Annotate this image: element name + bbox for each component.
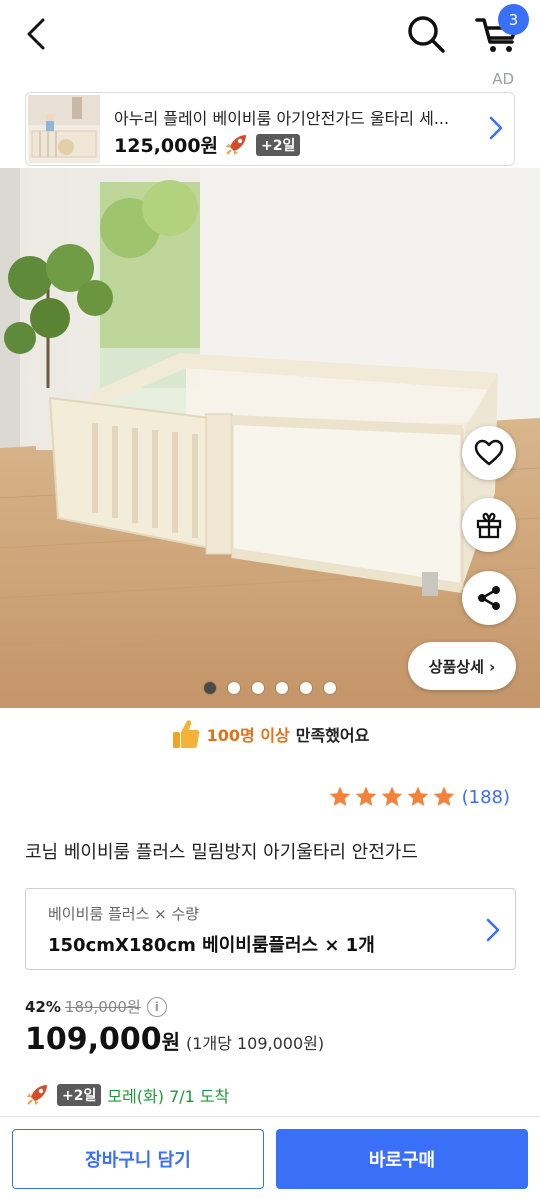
product-detail-label: 상품상세 ›: [428, 657, 496, 676]
search-button[interactable]: [404, 12, 448, 56]
satisfaction-count: 100명 이상: [206, 726, 290, 745]
option-value: 150cmX180cm 베이비룸플러스 × 1개: [48, 935, 375, 956]
price-row: 109,000 원 (1개당 109,000원): [25, 1022, 324, 1057]
add-to-cart-button[interactable]: 장바구니 담기: [12, 1129, 264, 1189]
star-icon: [329, 786, 350, 806]
ad-product-title: 아누리 플레이 베이비룸 아기안전가드 울타리 세...: [114, 109, 450, 128]
top-bar: 3: [0, 0, 540, 70]
arrival-info: +2일 모레(화) 7/1 도착: [25, 1083, 229, 1107]
delivery-days-badge: +2일: [256, 133, 301, 156]
satisfaction-text: 만족했어요: [295, 726, 370, 745]
image-pagination: [0, 682, 540, 694]
ad-product-thumbnail: [28, 95, 100, 163]
thumbs-up-icon: [172, 720, 200, 748]
option-label: 베이비룸 플러스 × 수량: [48, 905, 200, 923]
unit-price: (1개당 109,000원): [186, 1034, 325, 1053]
rocket-delivery-icon: [224, 133, 250, 157]
sale-price: 109,000: [25, 1022, 162, 1057]
ad-price-row: 125,000원 +2일: [114, 131, 301, 158]
ad-label: AD: [492, 70, 514, 88]
chevron-left-icon: [27, 18, 45, 50]
wishlist-button[interactable]: [462, 426, 516, 480]
buy-now-button[interactable]: 바로구매: [276, 1129, 528, 1189]
star-icon: [433, 786, 454, 806]
search-icon: [408, 16, 445, 53]
arrival-date: 모레(화) 7/1 도착: [107, 1087, 230, 1106]
rating[interactable]: (188): [328, 785, 510, 809]
delivery-days-badge: +2일: [57, 1084, 102, 1106]
pagination-dot[interactable]: [204, 682, 216, 694]
discount-rate: 42%: [25, 997, 61, 1016]
discount-row: 42% 189,000원 i: [25, 996, 167, 1017]
back-button[interactable]: [18, 14, 54, 54]
star-icon: [381, 786, 402, 806]
satisfaction-banner: 100명 이상 만족했어요: [0, 716, 540, 752]
pagination-dot[interactable]: [324, 682, 336, 694]
star-icon: [407, 786, 428, 806]
currency-unit: 원: [161, 1030, 181, 1054]
option-selector[interactable]: 베이비룸 플러스 × 수량 150cmX180cm 베이비룸플러스 × 1개: [25, 888, 516, 970]
product-title: 코님 베이비룸 플러스 밀림방지 아기울타리 안전가드: [25, 842, 418, 863]
review-count[interactable]: (188): [462, 787, 510, 808]
chevron-right-icon: [488, 115, 504, 145]
share-button[interactable]: [462, 571, 516, 625]
pagination-dot[interactable]: [252, 682, 264, 694]
pagination-dot[interactable]: [300, 682, 312, 694]
star-icon: [355, 786, 376, 806]
gift-icon: [476, 512, 502, 539]
pagination-dot[interactable]: [228, 682, 240, 694]
ad-product-card[interactable]: 아누리 플레이 베이비룸 아기안전가드 울타리 세... 125,000원 +2…: [25, 92, 515, 166]
cart-count-badge: 3: [498, 4, 529, 35]
chevron-right-icon: [485, 917, 501, 947]
ad-price: 125,000원: [114, 135, 219, 157]
info-icon[interactable]: i: [146, 996, 167, 1017]
original-price: 189,000원: [64, 998, 141, 1016]
gift-button[interactable]: [462, 498, 516, 552]
heart-icon: [474, 439, 504, 466]
product-image[interactable]: [0, 168, 540, 708]
bottom-action-bar: 장바구니 담기 바로구매: [0, 1116, 540, 1201]
share-icon: [478, 586, 500, 610]
pagination-dot[interactable]: [276, 682, 288, 694]
rocket-delivery-icon: [25, 1083, 51, 1107]
